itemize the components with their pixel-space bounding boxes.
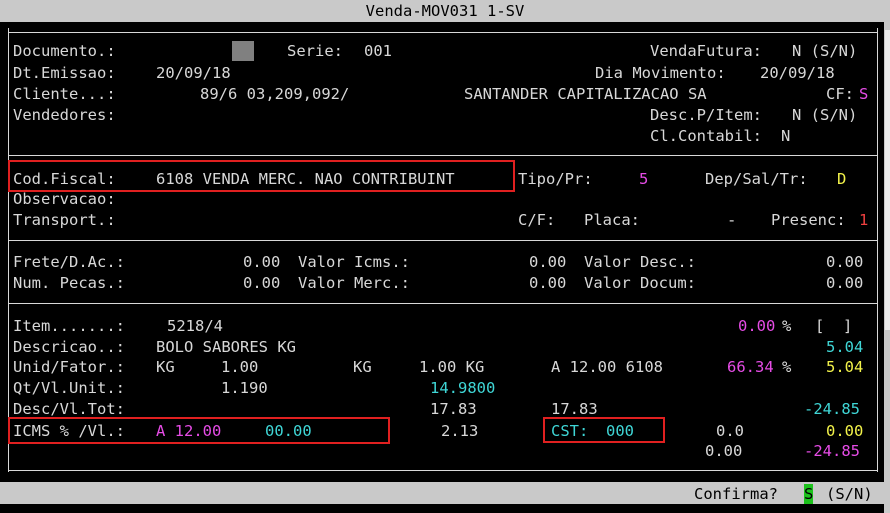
serie-label: Serie: [287,42,343,60]
desc-field[interactable]: 17.83 [430,399,477,419]
placa-label: Placa: [584,211,640,229]
venda-futura-field[interactable]: N (S/N) [792,41,857,61]
valor-desc-value: 0.00 [826,253,864,271]
confirm-field[interactable]: S [804,484,814,504]
unid-field[interactable]: KG [156,357,175,377]
icms-highlight [8,417,390,444]
vendedores-label: Vendedores: [13,106,116,124]
num-pecas-field[interactable]: 0.00 [243,273,280,293]
cst-extra: 0.0 [716,422,744,440]
frame-left [8,28,9,472]
cod-fiscal-highlight [8,160,515,192]
cf-label: CF: [826,85,854,103]
cliente-name: SANTANDER CAPITALIZACAO SA [464,85,707,103]
cf-freight-label: C/F: [518,211,556,229]
cl-contabil-label: Cl.Contabil: [650,127,762,145]
cst-highlight [543,417,665,443]
tipo-pr-label: Tipo/Pr: [518,170,593,188]
valor-docum-label: Valor Docum: [584,274,696,292]
scrollbar-thumb[interactable] [885,30,890,330]
frete-field[interactable]: 0.00 [243,252,280,272]
desc-item-field[interactable]: N (S/N) [792,105,857,125]
cl-contabil-field[interactable]: N [781,126,790,146]
valor-merc-label: Valor Merc.: [298,274,410,292]
descricao-field[interactable]: BOLO SABORES KG [156,337,296,357]
cliente-code-field[interactable]: 89/6 03,209,092/ [200,84,349,104]
valor-desc-label: Valor Desc.: [584,253,696,271]
dep-sal-tr-field[interactable]: D [837,169,846,189]
presenc-label: Presenc: [771,211,846,229]
cst-right-value: 0.00 [826,422,864,440]
valor-icms-label: Valor Icms.: [298,253,410,271]
fator2-value: 1.00 KG [419,358,485,376]
dt-emissao-field[interactable]: 20/09/18 [156,63,231,83]
dia-movimento-field[interactable]: 20/09/18 [760,63,835,83]
frame-right [877,28,878,472]
aliq-value: A 12.00 6108 [551,358,663,376]
descricao-right-value: 5.04 [826,338,864,356]
unid2-value: KG [353,358,372,376]
unid-right-value: 5.04 [826,358,864,376]
desc-right-value: -24.85 [804,400,860,418]
qt-label: Qt/Vl.Unit.: [13,379,125,397]
margin-pct: 66.34 [727,358,774,376]
valor-merc-value: 0.00 [529,274,567,292]
documento-label: Documento.: [13,42,116,60]
frame-bottom [8,470,878,471]
serie-field[interactable]: 001 [364,41,392,61]
unid-label: Unid/Fator.: [13,358,125,376]
valor-docum-value: 0.00 [826,274,864,292]
icms-amount: 2.13 [441,422,479,440]
venda-futura-label: VendaFutura: [650,42,762,60]
frame-top [8,32,878,33]
num-pecas-label: Num. Pecas.: [13,274,125,292]
item-label: Item.......: [13,317,125,335]
last-right-value: -24.85 [804,442,860,460]
frame-sep-1 [8,155,878,156]
cliente-label: Cliente...: [13,85,116,103]
dia-movimento-label: Dia Movimento: [595,64,726,82]
frame-sep-2 [8,240,878,241]
placa-field[interactable]: - [727,210,736,230]
item-field[interactable]: 5218/4 [167,316,223,336]
fator-field[interactable]: 1.00 [221,357,258,377]
desc-label: Desc/Vl.Tot: [13,400,125,418]
desc-item-label: Desc.P/Item: [650,106,762,124]
item-bracket: [ ] [815,317,853,335]
confirm-options: (S/N) [826,485,873,503]
last-mid-value: 0.00 [705,442,743,460]
cf-field[interactable]: S [859,84,868,104]
valor-icms-value: 0.00 [529,253,567,271]
vl-tot-value: 17.83 [551,400,598,418]
item-pct: 0.00 [738,317,776,335]
frete-label: Frete/D.Ac.: [13,253,125,271]
dt-emissao-label: Dt.Emissao: [13,64,116,82]
item-pct-sign: % [782,317,792,335]
observacao-label: Observacao: [13,190,116,208]
qt-field[interactable]: 1.190 [221,378,268,398]
documento-field[interactable] [232,41,254,61]
window-title: Venda-MOV031 1-SV [365,2,525,20]
descricao-label: Descricao..: [13,338,125,356]
presenc-field[interactable]: 1 [859,210,868,230]
margin-pct-sign: % [782,358,792,376]
dep-sal-tr-label: Dep/Sal/Tr: [705,170,808,188]
transport-label: Transport.: [13,211,116,229]
frame-sep-3 [8,303,878,304]
confirm-label: Confirma? [694,485,778,503]
vl-unit-field[interactable]: 14.9800 [430,378,495,398]
tipo-pr-field[interactable]: 5 [639,169,648,189]
